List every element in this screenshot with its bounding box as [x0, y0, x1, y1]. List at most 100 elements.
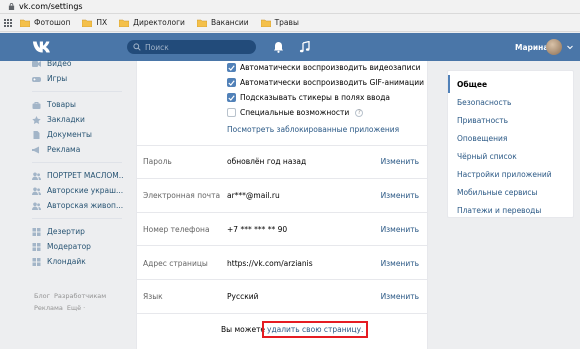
footer-link-developers[interactable]: Разработчикам: [54, 292, 106, 300]
row-label-address: Адрес страницы: [143, 259, 208, 268]
app-icon: [32, 227, 41, 236]
sidebar-item-group[interactable]: Авторская живоп...: [32, 198, 124, 213]
folder-icon: [196, 19, 207, 27]
apps-icon[interactable]: [4, 18, 12, 27]
user-name[interactable]: Марина: [515, 43, 548, 52]
checkbox-checked[interactable]: [227, 93, 236, 102]
edit-language-link[interactable]: Изменить: [381, 292, 419, 301]
url-text[interactable]: vk.com/settings: [19, 2, 83, 11]
search-icon: [133, 43, 141, 51]
bookmark-label: Директологи: [133, 18, 185, 27]
sidebar-item-label: Авторские украш...: [47, 186, 124, 195]
edit-email-link[interactable]: Изменить: [381, 191, 419, 200]
nav-divider: [32, 91, 122, 92]
sidebar-item-video[interactable]: Видео: [32, 56, 124, 71]
menu-item-privacy[interactable]: Приватность: [448, 111, 573, 129]
row-divider: [137, 212, 427, 213]
checkbox-unchecked[interactable]: [227, 108, 236, 117]
sidebar-item-label: Закладки: [47, 115, 85, 124]
menu-item-general[interactable]: Общее: [448, 75, 573, 93]
bookmark-folder[interactable]: ПХ: [82, 18, 107, 27]
sidebar-item-label: Клондайк: [47, 257, 86, 266]
edit-phone-link[interactable]: Изменить: [381, 225, 419, 234]
row-divider: [137, 279, 427, 280]
edit-address-link[interactable]: Изменить: [381, 259, 419, 268]
sidebar-item-app[interactable]: Клондайк: [32, 254, 124, 269]
bookmark-folder[interactable]: Директологи: [119, 18, 185, 27]
row-value-language: Русский: [227, 292, 259, 301]
bookmark-label: Фотошоп: [34, 18, 71, 27]
checkbox-accessibility[interactable]: Специальные возможности ?: [227, 108, 364, 117]
sidebar-item-goods[interactable]: Товары: [32, 97, 124, 112]
checkbox-checked[interactable]: [227, 63, 236, 72]
menu-item-blacklist[interactable]: Чёрный список: [448, 147, 573, 165]
checkbox-checked[interactable]: [227, 78, 236, 87]
row-label-phone: Номер телефона: [143, 225, 210, 234]
page-info-icon[interactable]: [8, 3, 15, 10]
bookmark-folder[interactable]: Травы: [260, 18, 299, 27]
sidebar-item-group[interactable]: Авторские украш...: [32, 183, 124, 198]
sidebar-item-app[interactable]: Модератор: [32, 239, 124, 254]
nav-divider: [32, 162, 122, 163]
bookmarks-bar: Фотошоп ПХ Директологи Вакансии Травы: [0, 14, 580, 32]
bookmark-label: ПХ: [96, 18, 108, 27]
row-divider: [137, 245, 427, 246]
music-icon[interactable]: [299, 41, 310, 53]
bookmark-label: Вакансии: [210, 18, 249, 27]
menu-item-app-settings[interactable]: Настройки приложений: [448, 165, 573, 183]
star-icon: [32, 115, 41, 124]
row-label-email: Электронная почта: [143, 191, 221, 200]
sidebar-item-label: ПОРТРЕТ МАСЛОМ...: [47, 171, 124, 180]
help-icon[interactable]: ?: [355, 108, 364, 117]
users-icon: [32, 187, 41, 195]
chevron-down-icon[interactable]: [567, 45, 573, 50]
footer-link-more[interactable]: Ещё ·: [67, 304, 85, 312]
sidebar-item-ads[interactable]: Реклама: [32, 142, 124, 157]
left-sidebar: Видео Игры Товары Закладки Документы Рек…: [32, 56, 124, 269]
footer-link-blog[interactable]: Блог: [34, 292, 50, 300]
bookmark-folder[interactable]: Вакансии: [196, 18, 249, 27]
sidebar-item-documents[interactable]: Документы: [32, 127, 124, 142]
checkbox-label: Подсказывать стикеры в полях ввода: [240, 93, 390, 102]
menu-item-notifications[interactable]: Оповещения: [448, 129, 573, 147]
search-box[interactable]: [127, 40, 256, 54]
sidebar-item-games[interactable]: Игры: [32, 71, 124, 86]
settings-panel: Автоматически воспроизводить видеозаписи…: [136, 61, 428, 349]
sidebar-item-label: Документы: [47, 130, 92, 139]
bell-icon[interactable]: [273, 41, 284, 53]
row-divider: [137, 313, 427, 314]
checkbox-label: Автоматически воспроизводить GIF-анимаци…: [240, 78, 424, 87]
nav-divider: [32, 218, 122, 219]
sidebar-item-group[interactable]: ПОРТРЕТ МАСЛОМ...: [32, 168, 124, 183]
sidebar-item-bookmarks[interactable]: Закладки: [32, 112, 124, 127]
checkbox-autoplay-gif[interactable]: Автоматически воспроизводить GIF-анимаци…: [227, 78, 424, 87]
blocked-apps-link[interactable]: Посмотреть заблокированные приложения: [227, 125, 399, 134]
sidebar-item-label: Реклама: [47, 145, 81, 154]
row-value-address: https://vk.com/arzianis: [227, 259, 313, 268]
bag-icon: [32, 101, 41, 109]
bookmark-folder[interactable]: Фотошоп: [20, 18, 70, 27]
browser-address-bar[interactable]: vk.com/settings: [0, 0, 580, 14]
delete-page-link[interactable]: удалить свою страницу.: [262, 321, 369, 338]
row-divider: [137, 178, 427, 179]
edit-password-link[interactable]: Изменить: [381, 157, 419, 166]
avatar[interactable]: [546, 39, 562, 55]
menu-item-payments[interactable]: Платежи и переводы: [448, 201, 573, 219]
sidebar-item-app[interactable]: Дезертир: [32, 224, 124, 239]
vk-logo-icon[interactable]: [32, 40, 54, 54]
sidebar-item-label: Модератор: [47, 242, 91, 251]
search-input[interactable]: [145, 42, 245, 52]
checkbox-sticker-hints[interactable]: Подсказывать стикеры в полях ввода: [227, 93, 390, 102]
folder-icon: [119, 19, 130, 27]
row-value-email: ar***@mail.ru: [227, 191, 280, 200]
gamepad-icon: [32, 76, 41, 82]
sidebar-item-label: Дезертир: [47, 227, 85, 236]
footer-link-ads[interactable]: Реклама: [34, 304, 63, 312]
settings-menu: Общее Безопасность Приватность Оповещени…: [447, 70, 574, 218]
menu-item-security[interactable]: Безопасность: [448, 93, 573, 111]
sidebar-item-label: Авторская живоп...: [47, 201, 124, 210]
menu-item-mobile-services[interactable]: Мобильные сервисы: [448, 183, 573, 201]
checkbox-autoplay-video[interactable]: Автоматически воспроизводить видеозаписи: [227, 63, 421, 72]
document-icon: [33, 130, 40, 139]
sidebar-item-label: Товары: [47, 100, 76, 109]
